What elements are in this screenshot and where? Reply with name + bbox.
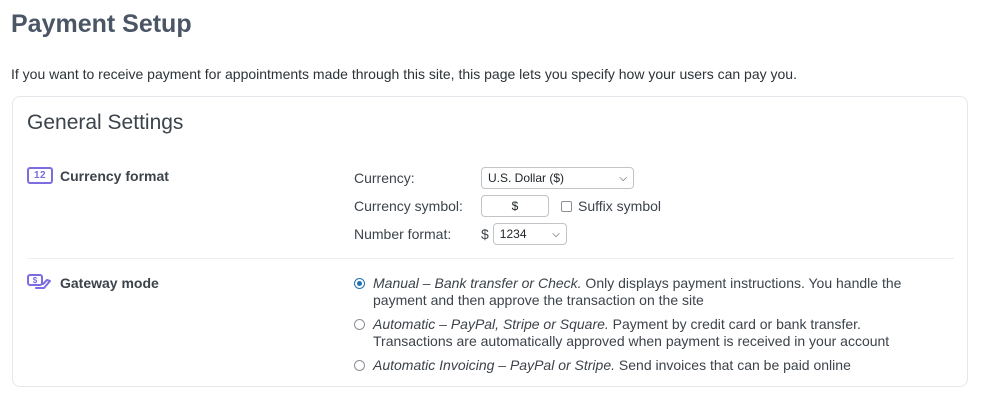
money-hand-icon: $ bbox=[27, 274, 53, 291]
currency-select[interactable]: U.S. Dollar ($) ⌵ bbox=[481, 167, 634, 189]
general-settings-card: General Settings 12 Currency format Curr… bbox=[12, 96, 968, 387]
chevron-down-icon: ⌵ bbox=[619, 172, 627, 184]
gateway-mode-label: Gateway mode bbox=[60, 274, 159, 291]
number-format-prefix: $ bbox=[481, 226, 489, 242]
number-12-icon: 12 bbox=[27, 167, 53, 184]
currency-symbol-input[interactable]: $ bbox=[481, 195, 549, 217]
gateway-radio-manual[interactable] bbox=[354, 278, 365, 289]
page-intro: If you want to receive payment for appoi… bbox=[11, 66, 797, 82]
currency-row: Currency: U.S. Dollar ($) ⌵ bbox=[354, 167, 634, 189]
chevron-down-icon: ⌵ bbox=[552, 228, 560, 240]
gateway-mode-heading: $ Gateway mode bbox=[27, 274, 159, 291]
section-title: General Settings bbox=[27, 111, 184, 134]
number-format-row: Number format: $ 1234 ⌵ bbox=[354, 223, 567, 245]
currency-format-label: Currency format bbox=[60, 167, 169, 184]
currency-format-heading: 12 Currency format bbox=[27, 167, 169, 184]
currency-symbol-label: Currency symbol: bbox=[354, 198, 463, 214]
number-format-label: Number format: bbox=[354, 226, 452, 242]
section-divider bbox=[27, 258, 954, 259]
gateway-radio-automatic[interactable] bbox=[354, 319, 365, 330]
currency-label: Currency: bbox=[354, 170, 415, 186]
number-format-select[interactable]: 1234 ⌵ bbox=[492, 223, 567, 245]
gateway-option-automatic[interactable]: Automatic – PayPal, Stripe or Square. Pa… bbox=[354, 316, 934, 350]
page-title: Payment Setup bbox=[11, 10, 192, 38]
suffix-symbol-checkbox[interactable] bbox=[561, 200, 572, 212]
gateway-radio-invoicing[interactable] bbox=[354, 360, 365, 371]
currency-symbol-row: Currency symbol: $ Suffix symbol bbox=[354, 195, 661, 217]
suffix-symbol-label: Suffix symbol bbox=[578, 198, 661, 214]
gateway-option-manual[interactable]: Manual – Bank transfer or Check. Only di… bbox=[354, 275, 934, 309]
gateway-option-invoicing[interactable]: Automatic Invoicing – PayPal or Stripe. … bbox=[354, 357, 934, 374]
svg-text:$: $ bbox=[33, 276, 38, 285]
payment-setup-page: Payment Setup If you want to receive pay… bbox=[0, 0, 984, 401]
